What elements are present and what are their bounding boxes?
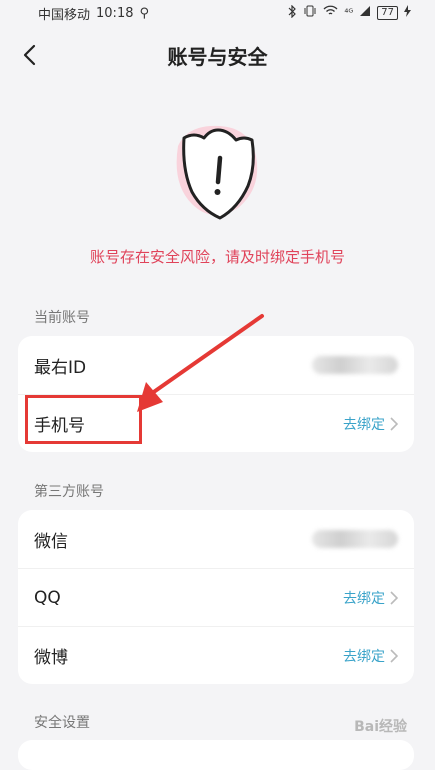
chevron-right-icon: [390, 648, 398, 663]
section-label-third-party: 第三方账号: [34, 484, 104, 500]
usb-icon: ⚲: [139, 5, 150, 21]
security-card: [18, 740, 414, 770]
back-button[interactable]: [14, 38, 44, 72]
chevron-right-icon: [390, 590, 398, 605]
bind-action[interactable]: 去绑定: [343, 414, 398, 434]
security-warning-text: 账号存在安全风险，请及时绑定手机号: [89, 248, 345, 266]
security-illustration: [0, 116, 435, 236]
bind-link[interactable]: 去绑定: [343, 588, 385, 608]
bind-action[interactable]: 去绑定: [343, 588, 398, 608]
status-left: 中国移动 10:18 ⚲: [38, 4, 149, 23]
signal-4g-label: ⁴ᴳ: [344, 7, 354, 19]
section-label-security: 安全设置: [34, 715, 90, 731]
bind-link[interactable]: 去绑定: [343, 414, 385, 434]
blurred-value: [312, 356, 398, 374]
row-weibo[interactable]: 微博 去绑定: [18, 626, 414, 684]
watermark: Bai经验: [354, 719, 407, 735]
annotation-highlight-box: [25, 395, 142, 444]
clock: 10:18: [96, 5, 134, 21]
charging-icon: [404, 5, 411, 21]
row-wechat[interactable]: 微信: [18, 510, 414, 568]
row-qq[interactable]: QQ 去绑定: [18, 568, 414, 626]
row-label: 微博: [34, 648, 68, 668]
chevron-left-icon: [23, 44, 36, 66]
bind-action[interactable]: 去绑定: [343, 646, 398, 666]
vibrate-icon: [303, 5, 317, 21]
chevron-right-icon: [390, 416, 398, 431]
wifi-icon: [323, 5, 338, 21]
status-bar: 中国移动 10:18 ⚲ ⁴ᴳ 77: [0, 0, 435, 26]
battery-level: 77: [377, 6, 398, 20]
third-party-card: 微信 QQ 去绑定 微博 去绑定: [18, 510, 414, 684]
blurred-value: [312, 530, 398, 548]
bluetooth-icon: [288, 4, 297, 22]
row-label: 微信: [34, 531, 68, 552]
section-label-current-account: 当前账号: [34, 310, 90, 326]
row-label: 最右ID: [34, 357, 87, 378]
status-right: ⁴ᴳ 77: [288, 4, 411, 22]
signal-icon: [359, 5, 371, 21]
carrier: 中国移动: [38, 7, 91, 23]
bind-link[interactable]: 去绑定: [343, 646, 385, 666]
nav-bar: 账号与安全: [0, 26, 435, 84]
row-user-id[interactable]: 最右ID: [18, 336, 414, 394]
row-label: QQ: [34, 587, 61, 608]
shield-warning-icon: [176, 125, 257, 220]
page-title: 账号与安全: [167, 44, 268, 69]
